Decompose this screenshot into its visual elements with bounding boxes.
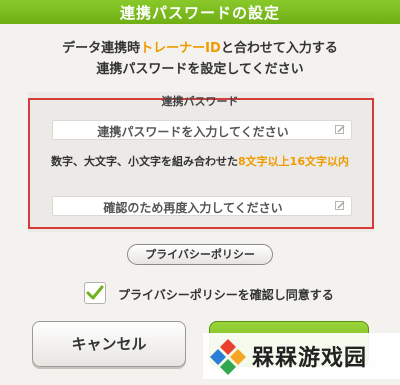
watermark-logo-icon: [210, 339, 246, 375]
rule-text: 数字、大文字、小文字を組み合わせた: [51, 155, 239, 168]
intro-text: と合わせて入力する: [220, 41, 338, 56]
intro-line-1: データ連携時トレーナーIDと合わせて入力する: [20, 37, 380, 56]
panel-title: 連携パスワード: [161, 95, 239, 108]
dialog-title: 連携パスワードの設定: [119, 4, 280, 22]
watermark-text: 槑槑游戏园: [252, 346, 368, 371]
confirm-placeholder: 確認のため再度入力してください: [103, 201, 283, 215]
intro-line-2: 連携パスワードを設定してください: [96, 62, 304, 77]
password-rule: 数字、大文字、小文字を組み合わせた8文字以上16文字以内: [0, 153, 400, 169]
password-input[interactable]: 連携パスワードを入力してください: [52, 120, 352, 140]
checkmark-icon: [86, 285, 104, 300]
intro-text: データ連携時: [62, 41, 141, 56]
trainer-id-highlight: トレーナーID: [140, 41, 221, 56]
rule-highlight: 8文字以上16文字以内: [238, 155, 349, 168]
password-placeholder: 連携パスワードを入力してください: [97, 125, 289, 139]
cancel-button[interactable]: キャンセル: [32, 321, 186, 367]
edit-icon: [335, 125, 345, 134]
edit-icon: [335, 201, 345, 210]
privacy-policy-button[interactable]: プライバシーポリシー: [127, 244, 273, 265]
agree-checkbox[interactable]: [84, 282, 106, 304]
agree-label: プライバシーポリシーを確認し同意する: [118, 288, 334, 302]
confirm-password-input[interactable]: 確認のため再度入力してください: [52, 196, 352, 216]
